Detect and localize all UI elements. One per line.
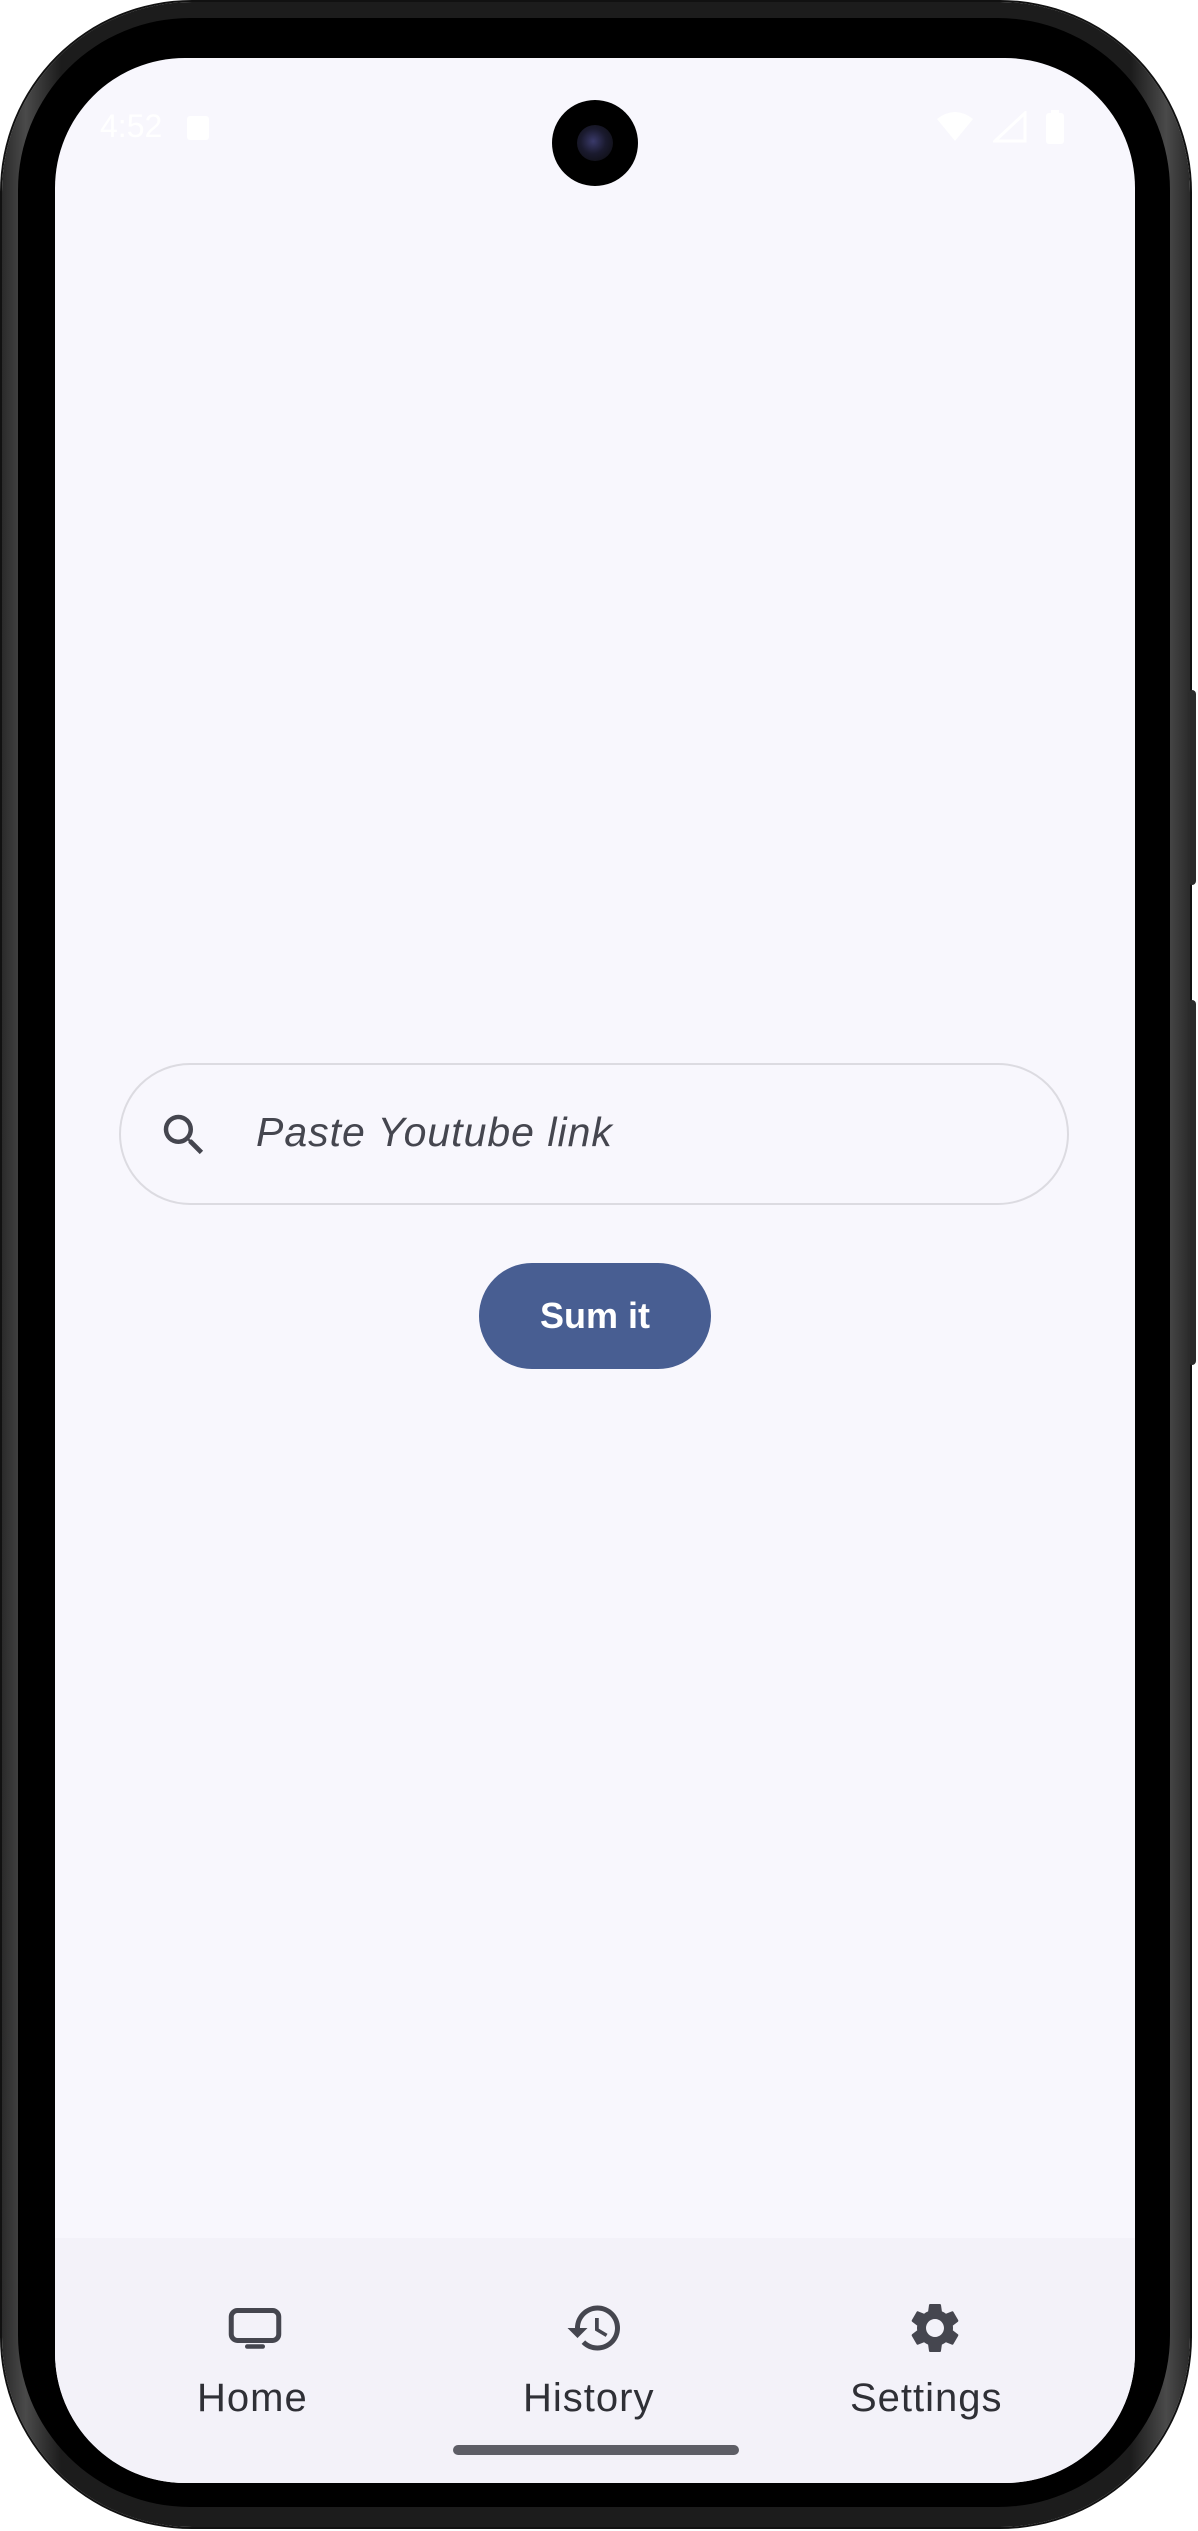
sum-it-button[interactable]: Sum it xyxy=(479,1263,711,1369)
status-icons xyxy=(935,110,1065,144)
nav-item-settings[interactable]: Settings xyxy=(815,2238,1055,2438)
search-input[interactable]: Paste Youtube link xyxy=(119,1063,1069,1205)
camera-lens xyxy=(577,125,613,161)
gear-icon xyxy=(911,2304,959,2352)
search-icon xyxy=(163,1114,204,1155)
search-placeholder: Paste Youtube link xyxy=(256,1109,613,1155)
nav-label-history: History xyxy=(523,2376,655,2420)
nav-item-home[interactable]: Home xyxy=(155,2238,355,2438)
nav-label-home: Home xyxy=(197,2376,308,2420)
nav-label-settings: Settings xyxy=(850,2376,1003,2420)
tv-icon xyxy=(228,2308,282,2349)
notification-icon xyxy=(187,116,209,140)
wifi-icon xyxy=(937,112,973,141)
app-screen: 4:52 Paste Youtube link Sum it Home Hist… xyxy=(55,58,1135,2483)
home-indicator[interactable] xyxy=(453,2445,739,2455)
nav-item-history[interactable]: History xyxy=(485,2238,705,2438)
phone-device: 4:52 Paste Youtube link Sum it Home Hist… xyxy=(0,0,1198,2531)
status-time: 4:52 xyxy=(100,108,163,144)
volume-button xyxy=(1188,1000,1196,1365)
battery-icon xyxy=(1046,110,1064,144)
signal-icon xyxy=(993,111,1027,143)
history-icon xyxy=(567,2305,620,2351)
front-camera xyxy=(552,100,638,186)
power-button xyxy=(1188,690,1196,885)
